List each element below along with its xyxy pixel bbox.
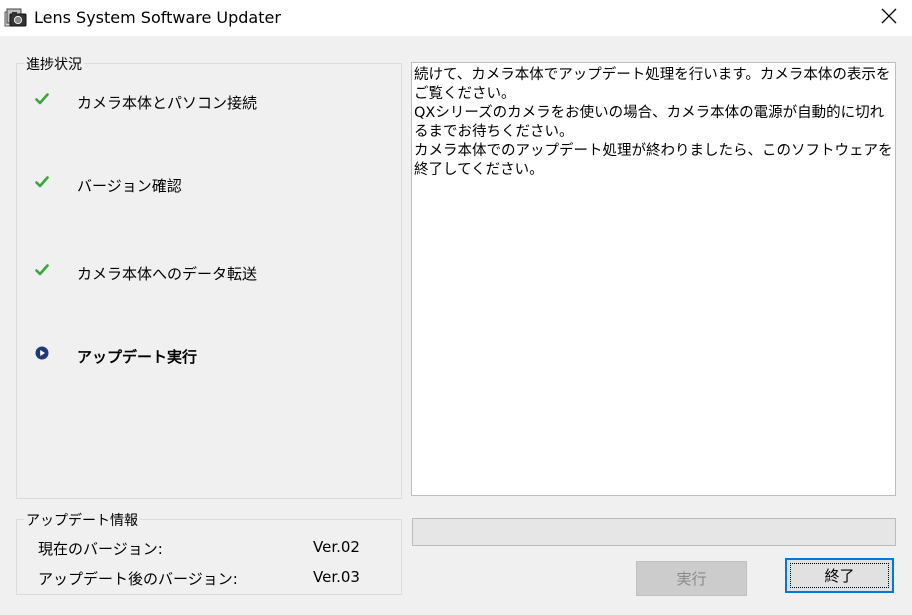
updated-version-label: アップデート後のバージョン: [38,570,238,588]
check-icon [35,175,49,189]
window-title: Lens System Software Updater [34,8,281,27]
current-version-value: Ver.02 [313,538,360,556]
check-icon [35,263,49,277]
step-label: アップデート実行 [77,348,198,366]
play-circle-icon [35,346,49,360]
close-button[interactable] [866,0,912,36]
title-bar: Lens System Software Updater [0,0,912,36]
execute-button-label: 実行 [676,570,707,588]
update-info-group-label: アップデート情報 [24,510,140,530]
message-text-area[interactable]: 続けて、カメラ本体でアップデート処理を行います。カメラ本体の表示をご覧ください。… [411,62,896,496]
message-line: カメラ本体でのアップデート処理が終わりましたら、このソフトウェアを終了してくださ… [414,143,893,178]
step-label: バージョン確認 [77,177,182,195]
execute-button[interactable]: 実行 [636,561,747,596]
camera-app-icon [4,6,28,30]
message-line: 続けて、カメラ本体でアップデート処理を行います。カメラ本体の表示をご覧ください。 [414,67,891,102]
progress-group-label: 進捗状況 [24,54,84,74]
message-line: QXシリーズのカメラをお使いの場合、カメラ本体の電源が自動的に切れるまでお待ちく… [414,105,885,140]
quit-button[interactable]: 終了 [785,558,894,593]
close-icon [881,8,897,28]
step-label: カメラ本体へのデータ転送 [77,265,258,283]
updated-version-value: Ver.03 [313,568,360,586]
step-label: カメラ本体とパソコン接続 [77,94,258,112]
current-version-label: 現在のバージョン: [38,540,163,558]
check-icon [35,92,49,106]
update-progress-bar [412,518,896,546]
focus-rectangle [790,563,889,588]
